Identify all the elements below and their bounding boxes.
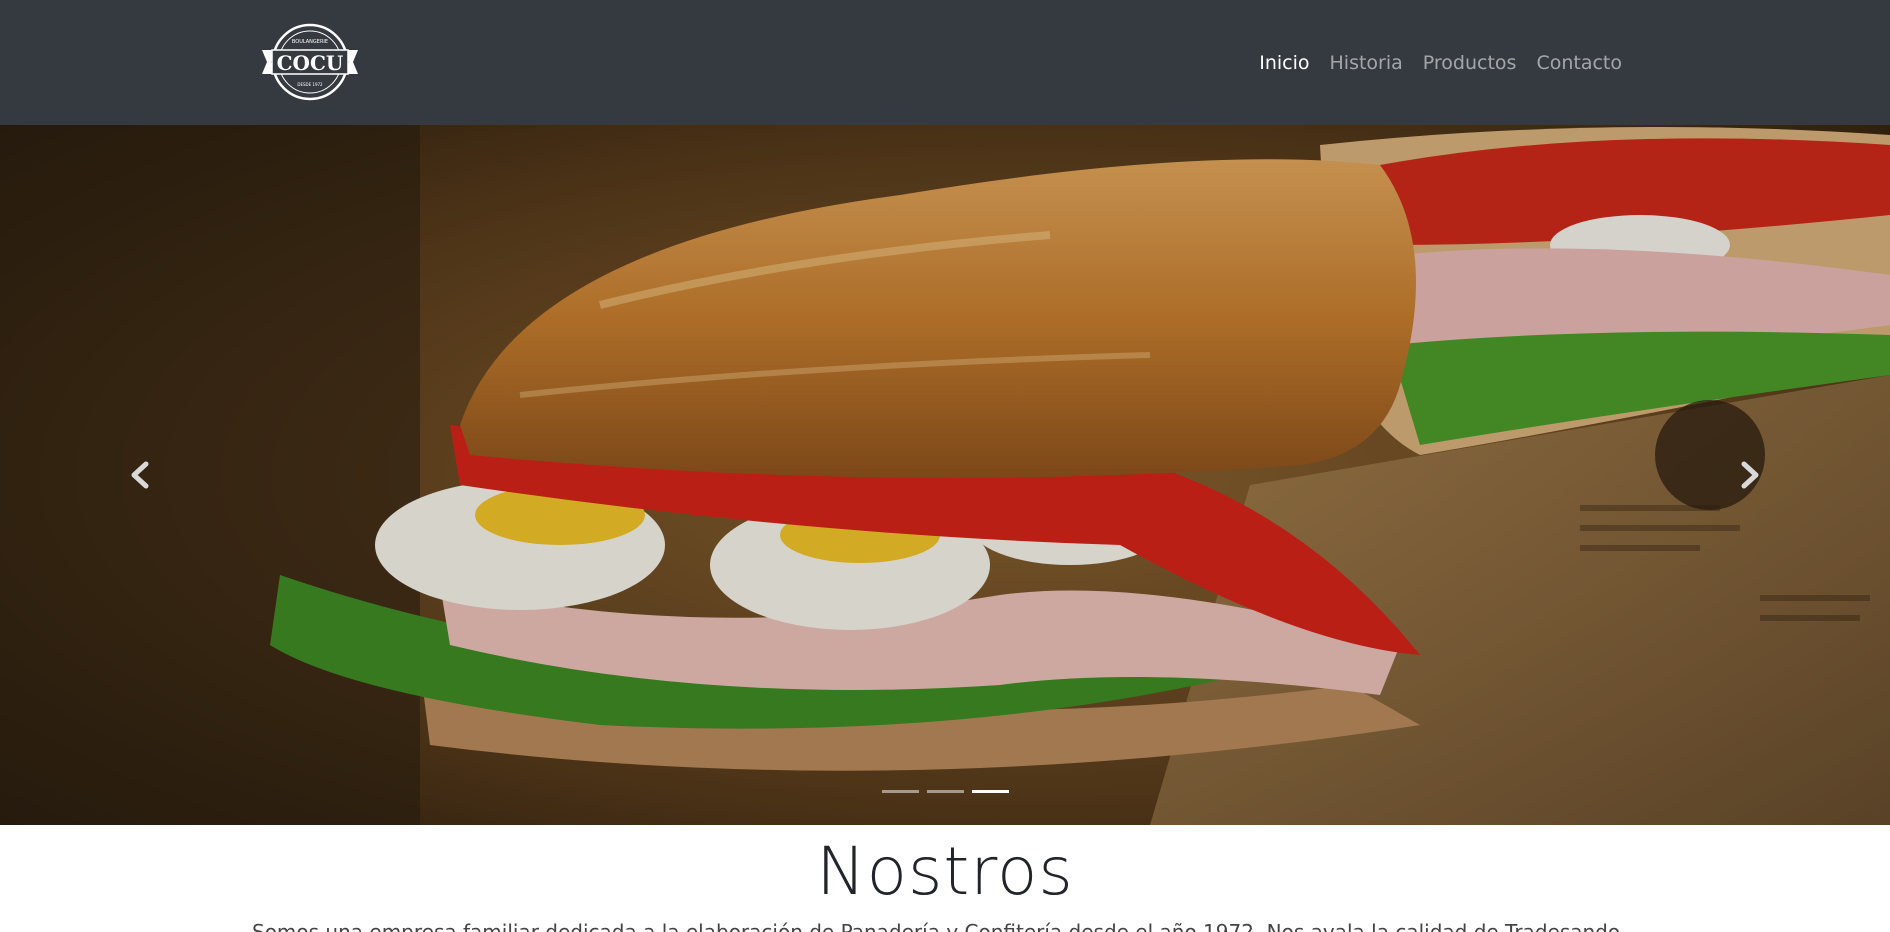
carousel-prev-button[interactable] [100,425,180,525]
navbar: COCU BOULANGERIE DESDE 1972 Inicio Histo… [0,0,1890,125]
svg-text:DESDE 1972: DESDE 1972 [297,82,323,87]
main-nav: Inicio Historia Productos Contacto [1249,0,1632,125]
carousel-indicator-1[interactable] [881,790,919,793]
hero-carousel [0,125,1890,825]
section-intro-text: Somos una empresa familiar dedicada a la… [252,920,1621,932]
nav-item-contacto[interactable]: Contacto [1526,52,1632,74]
carousel-indicator-2[interactable] [926,790,964,793]
svg-text:BOULANGERIE: BOULANGERIE [292,39,328,45]
carousel-indicators [0,790,1890,793]
chevron-left-icon [131,461,149,489]
carousel-next-button[interactable] [1710,425,1790,525]
svg-text:COCU: COCU [277,51,344,75]
nav-item-historia[interactable]: Historia [1320,52,1413,74]
nav-item-inicio[interactable]: Inicio [1249,52,1319,74]
carousel-slide-image [0,125,1890,825]
carousel-indicator-3[interactable] [971,790,1009,793]
brand-logo[interactable]: COCU BOULANGERIE DESDE 1972 [258,22,362,102]
section-title: Nostros [816,833,1074,910]
nav-item-productos[interactable]: Productos [1413,52,1527,74]
chevron-right-icon [1741,461,1759,489]
